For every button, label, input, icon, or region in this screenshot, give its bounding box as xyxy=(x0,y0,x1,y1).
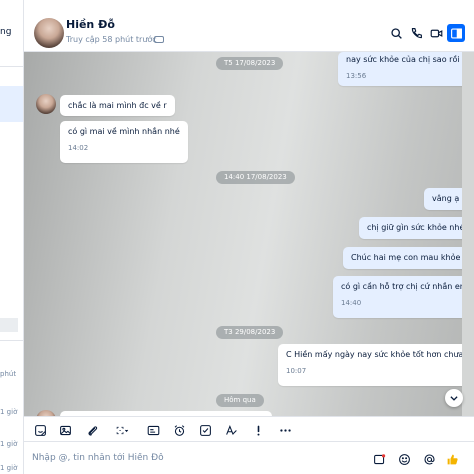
message-time: 10:07 xyxy=(286,367,307,375)
message-time: 13:56 xyxy=(346,72,367,80)
message-text: Chúc hai mẹ con mau khỏe ạ xyxy=(351,253,462,262)
message-text: vâng ạ xyxy=(432,194,460,203)
urgent-icon[interactable] xyxy=(250,422,266,438)
like-thumbs-up-icon[interactable] xyxy=(444,451,460,467)
last-seen-status: Truy cập 58 phút trước xyxy=(66,35,157,44)
message-bubble-received[interactable]: C Hiền mấy ngày nay sức khỏe tốt hơn chư… xyxy=(278,344,462,386)
conversation-time: 1 giờ xyxy=(0,440,18,448)
tag-icon[interactable] xyxy=(154,36,164,43)
date-separator: T5 17/08/2023 xyxy=(216,57,284,70)
video-call-icon[interactable] xyxy=(428,25,444,41)
message-text: C Hiền mấy ngày nay sức khỏe tốt hơn chư… xyxy=(286,350,462,359)
attachment-icon[interactable] xyxy=(84,422,100,438)
date-separator: 14:40 17/08/2023 xyxy=(216,171,295,184)
date-separator: T3 29/08/2023 xyxy=(216,326,284,339)
message-time: 14:40 xyxy=(341,299,362,307)
divider xyxy=(0,66,23,67)
message-bubble-sent[interactable]: Chúc hai mẹ con mau khỏe ạ xyxy=(343,247,462,269)
message-text: nay sức khỏe của chị sao rồi ạ xyxy=(346,55,462,64)
message-text: có gì mai về mình nhắn nhé xyxy=(68,127,180,136)
quick-reaction-icon[interactable] xyxy=(371,451,387,467)
mention-icon[interactable] xyxy=(421,451,437,467)
date-separator: Hôm qua xyxy=(216,394,264,407)
format-text-icon[interactable] xyxy=(223,422,239,438)
avatar[interactable] xyxy=(36,94,56,114)
message-text: có gì cần hỗ trợ chị cứ nhắn em xyxy=(341,282,462,291)
conversation-time: 1 giờ xyxy=(0,408,18,416)
message-bubble-sent[interactable]: có gì cần hỗ trợ chị cứ nhắn em 14:40 xyxy=(333,276,462,318)
conversation-time: 1 giờ xyxy=(0,464,18,472)
chat-header: Hiền Đỗ Truy cập 58 phút trước xyxy=(24,0,474,52)
divider xyxy=(0,340,23,341)
scrollbar[interactable] xyxy=(462,52,474,416)
message-composer xyxy=(24,442,474,474)
contact-card-icon[interactable] xyxy=(145,422,161,438)
message-bubble-received[interactable]: chắc là mai mình đc về r xyxy=(60,95,175,116)
emoji-icon[interactable] xyxy=(396,451,412,467)
conversation-item-edge[interactable] xyxy=(0,318,18,332)
message-bubble-sent[interactable]: nay sức khỏe của chị sao rồi ạ 13:56 xyxy=(338,52,462,86)
avatar[interactable] xyxy=(34,18,64,48)
sticker-icon[interactable] xyxy=(32,422,48,438)
conversation-time: phút xyxy=(0,370,17,378)
selected-conversation-edge[interactable] xyxy=(0,86,23,122)
task-icon[interactable] xyxy=(197,422,213,438)
message-bubble-sent[interactable]: vâng ạ xyxy=(424,188,462,210)
search-icon[interactable] xyxy=(388,25,404,41)
message-text: chắc là mai mình đc về r xyxy=(68,101,167,110)
conversation-list-edge: ng phút 1 giờ 1 giờ 1 giờ xyxy=(0,0,24,474)
reminder-icon[interactable] xyxy=(171,422,187,438)
contact-name[interactable]: Hiền Đỗ xyxy=(66,18,115,31)
message-list[interactable]: T5 17/08/2023 nay sức khỏe của chị sao r… xyxy=(24,52,462,416)
phone-call-icon[interactable] xyxy=(408,25,424,41)
sidebar-text-fragment: ng xyxy=(0,27,12,37)
screenshot-icon[interactable] xyxy=(110,422,134,438)
message-input[interactable] xyxy=(32,449,362,467)
message-bubble-sent[interactable]: chị giữ gìn sức khỏe nhé xyxy=(359,217,462,239)
message-time: 14:02 xyxy=(68,144,89,152)
composer-toolbar xyxy=(24,416,474,442)
image-icon[interactable] xyxy=(57,422,73,438)
message-bubble-received[interactable]: có gì mai về mình nhắn nhé 14:02 xyxy=(60,121,188,163)
more-icon[interactable] xyxy=(277,422,293,438)
scroll-to-bottom-button[interactable] xyxy=(445,389,463,407)
message-text: chị giữ gìn sức khỏe nhé xyxy=(367,223,462,232)
conversation-info-icon[interactable] xyxy=(447,24,465,42)
